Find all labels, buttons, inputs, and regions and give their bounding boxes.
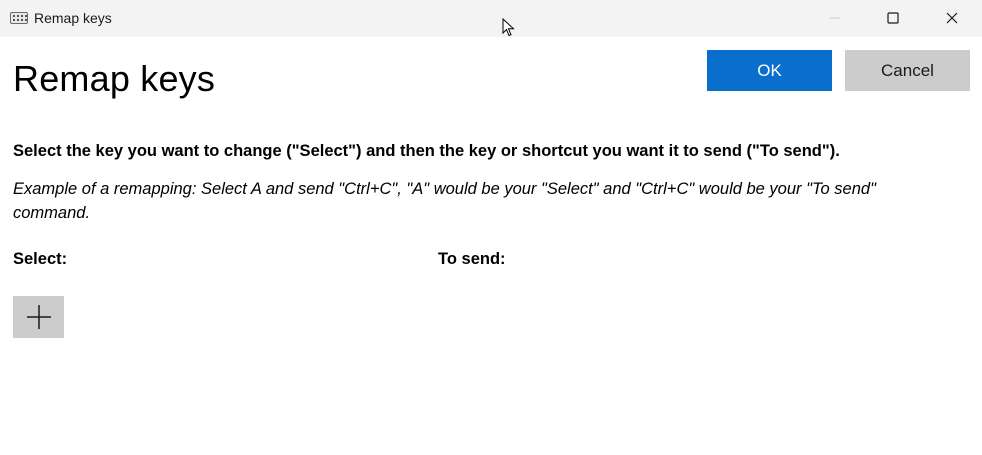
cancel-button[interactable]: Cancel — [845, 50, 970, 91]
add-remapping-button[interactable] — [13, 296, 64, 338]
close-button[interactable] — [929, 0, 975, 36]
instruction-text: Select the key you want to change ("Sele… — [13, 142, 840, 160]
ok-button[interactable]: OK — [707, 50, 832, 91]
maximize-icon — [887, 12, 899, 24]
keyboard-icon — [10, 12, 28, 24]
select-column-label: Select: — [13, 250, 68, 268]
window-title: Remap keys — [34, 10, 112, 26]
remap-keys-window: Remap keys Remap keys OK Cancel Select t… — [0, 0, 982, 455]
plus-icon — [26, 305, 51, 329]
minimize-icon — [830, 17, 840, 19]
close-icon — [946, 12, 958, 24]
mouse-cursor-icon — [502, 18, 515, 37]
maximize-button[interactable] — [870, 0, 916, 36]
minimize-button[interactable] — [812, 0, 858, 36]
to-send-column-label: To send: — [438, 250, 506, 268]
title-bar[interactable]: Remap keys — [0, 0, 982, 37]
page-title: Remap keys — [13, 58, 216, 99]
example-text: Example of a remapping: Select A and sen… — [13, 180, 876, 222]
